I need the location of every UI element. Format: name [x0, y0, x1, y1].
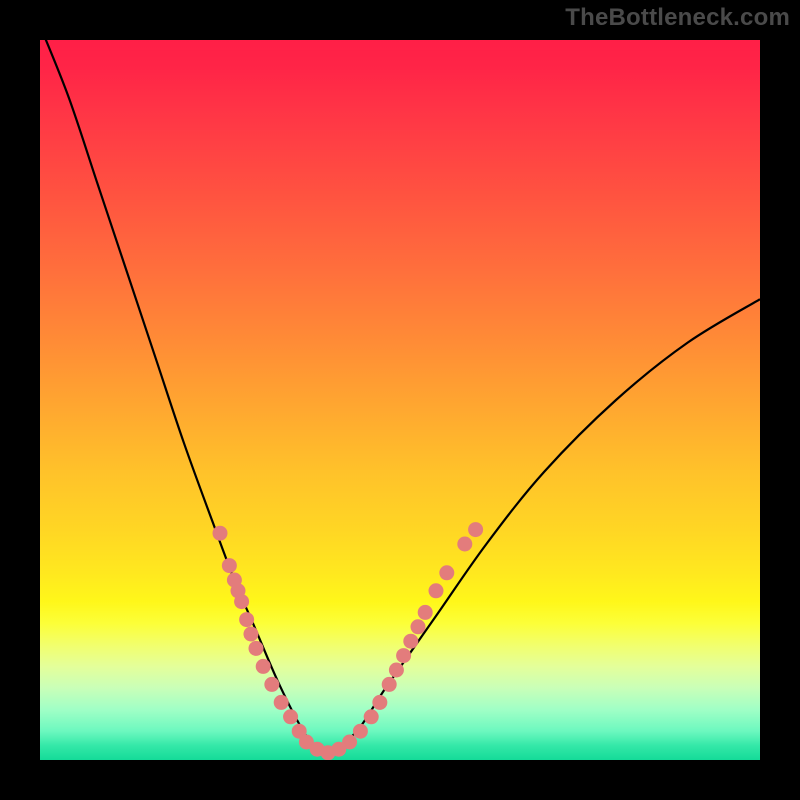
marker-point: [239, 612, 254, 627]
watermark-text: TheBottleneck.com: [565, 4, 790, 32]
marker-point: [256, 659, 271, 674]
marker-point: [411, 619, 426, 634]
bottleneck-curve: [40, 40, 760, 753]
marker-point: [372, 695, 387, 710]
marker-point: [213, 526, 228, 541]
markers-group: [213, 522, 484, 760]
marker-point: [382, 677, 397, 692]
marker-point: [283, 709, 298, 724]
marker-point: [468, 522, 483, 537]
marker-point: [234, 594, 249, 609]
chart-frame: TheBottleneck.com: [0, 0, 800, 800]
marker-point: [353, 724, 368, 739]
marker-point: [429, 583, 444, 598]
marker-point: [249, 641, 264, 656]
marker-point: [403, 634, 418, 649]
plot-area: [40, 40, 760, 760]
marker-point: [457, 537, 472, 552]
marker-point: [418, 605, 433, 620]
marker-point: [389, 663, 404, 678]
marker-point: [243, 627, 258, 642]
chart-svg: [40, 40, 760, 760]
marker-point: [222, 558, 237, 573]
marker-point: [439, 565, 454, 580]
marker-point: [274, 695, 289, 710]
marker-point: [396, 648, 411, 663]
marker-point: [264, 677, 279, 692]
marker-point: [364, 709, 379, 724]
marker-point: [342, 735, 357, 750]
